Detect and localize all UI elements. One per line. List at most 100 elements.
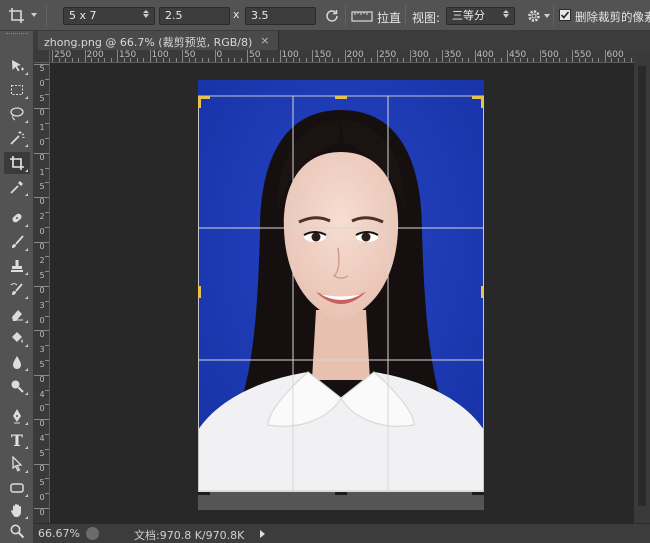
eraser-tool-icon[interactable]: [4, 303, 30, 325]
ruler-tick: [34, 374, 49, 376]
ruler-minor-tick: [546, 58, 547, 62]
overlay-view-value: 三等分: [452, 9, 485, 22]
ruler-tick: [45, 167, 49, 169]
ruler-minor-tick: [598, 58, 599, 62]
close-icon[interactable]: ×: [260, 34, 269, 50]
ruler-major-tick: [474, 50, 476, 62]
brush-tool-icon[interactable]: [4, 231, 30, 253]
hand-tool-icon[interactable]: [4, 499, 30, 521]
ruler-label: 0: [39, 78, 45, 88]
pen-tool-icon[interactable]: [4, 405, 30, 427]
paint-bucket-tool-icon[interactable]: [4, 327, 30, 349]
status-bar: 66.67% 文档:970.8 K/970.8K: [34, 523, 650, 543]
ruler-minor-tick: [416, 58, 417, 62]
crop-handle-top-right-v[interactable]: [481, 96, 484, 108]
ruler-tick: [34, 286, 49, 287]
ruler-minor-tick: [318, 58, 320, 62]
document-size-info: 文档:970.8 K/970.8K: [134, 529, 245, 542]
ruler-minor-tick: [552, 58, 554, 62]
ruler-label: 0: [39, 463, 45, 473]
ruler-label: 0: [39, 330, 45, 340]
ruler-label: 5: [39, 64, 45, 73]
scrollbar-thumb[interactable]: [638, 66, 646, 506]
ruler-label: 5: [39, 93, 45, 103]
ruler-origin[interactable]: [34, 50, 50, 63]
crop-width-input[interactable]: 2.5: [159, 7, 230, 25]
ruler-minor-tick: [611, 58, 612, 62]
crop-handle-left[interactable]: [198, 286, 201, 298]
ruler-label: 500: [541, 50, 559, 60]
ruler-tick: [34, 64, 49, 65]
magic-wand-tool-icon[interactable]: [4, 127, 30, 149]
crop-handle-right[interactable]: [481, 286, 484, 298]
document-image[interactable]: [198, 80, 484, 492]
ruler-minor-tick: [175, 58, 177, 62]
ratio-preset-select[interactable]: 5 x 7: [63, 7, 155, 25]
ruler-minor-tick: [559, 58, 560, 62]
straighten-icon[interactable]: [351, 8, 373, 24]
clone-stamp-tool-icon[interactable]: [4, 255, 30, 277]
crop-handle-bottom-right[interactable]: [472, 492, 484, 495]
zoom-level[interactable]: 66.67%: [38, 527, 80, 540]
dodge-tool-icon[interactable]: [4, 375, 30, 397]
ruler-minor-tick: [520, 58, 521, 62]
zoom-tool-icon[interactable]: [4, 520, 30, 542]
vertical-ruler[interactable]: 5 0 5 0 1 0 0 1 5 0 2 0 0 2 5 0 3 0 0 3 5 0 4 0 0 4 5 0 5 0 0: [34, 63, 50, 523]
ruler-minor-tick: [266, 58, 268, 62]
ruler-major-tick: [377, 50, 378, 62]
ruler-minor-tick: [97, 58, 99, 62]
crop-tool-preset-icon[interactable]: [8, 6, 37, 26]
crop-handle-top[interactable]: [335, 96, 347, 99]
ruler-minor-tick: [494, 58, 495, 62]
lasso-tool-icon[interactable]: [4, 103, 30, 125]
ruler-minor-tick: [110, 58, 112, 62]
delete-pixels-label[interactable]: 删除裁剪的像素: [575, 9, 650, 25]
blur-tool-icon[interactable]: [4, 351, 30, 373]
delete-pixels-checkbox[interactable]: [559, 9, 571, 21]
path-selection-tool-icon[interactable]: [4, 453, 30, 475]
ruler-major-tick: [52, 50, 53, 62]
swap-dimensions-label[interactable]: x: [233, 8, 240, 21]
ruler-label: 3: [39, 345, 45, 355]
ruler-label: 0: [39, 404, 45, 414]
status-menu-arrow-icon[interactable]: [260, 530, 265, 538]
clear-icon[interactable]: [323, 7, 341, 25]
type-tool-icon[interactable]: T: [4, 429, 30, 451]
crop-tool-icon[interactable]: [4, 152, 30, 174]
ruler-tick: [45, 256, 49, 258]
rectangle-tool-icon[interactable]: [4, 477, 30, 499]
ruler-minor-tick: [208, 58, 209, 62]
ruler-minor-tick: [585, 58, 586, 62]
marquee-tool-icon[interactable]: [4, 79, 30, 101]
ruler-major-tick: [117, 50, 118, 62]
move-tool-icon[interactable]: [4, 55, 30, 77]
ruler-label: 0: [39, 493, 45, 503]
document-title: zhong.png @ 66.7% (裁剪预览, RGB/8): [44, 36, 253, 49]
crop-overlay-grid[interactable]: [198, 80, 484, 492]
vertical-scrollbar[interactable]: [634, 50, 650, 523]
horizontal-ruler[interactable]: 250 200 150 100 50 0 50 100 150 200 250 300 350 400 45…: [50, 50, 634, 63]
ruler-minor-tick: [383, 58, 385, 62]
ruler-label: 0: [39, 241, 45, 251]
gear-icon[interactable]: [526, 8, 550, 24]
crop-handle-bottom-left[interactable]: [198, 492, 210, 495]
eyedropper-tool-icon[interactable]: [4, 176, 30, 198]
ruler-label: 0: [39, 138, 45, 147]
ruler-minor-tick: [364, 58, 365, 62]
ruler-major-tick: [344, 50, 346, 62]
ruler-major-tick: [279, 50, 281, 62]
info-icon[interactable]: [86, 527, 99, 540]
crop-handle-bottom[interactable]: [335, 492, 347, 495]
straighten-label[interactable]: 拉直: [377, 9, 401, 26]
history-brush-tool-icon[interactable]: [4, 279, 30, 301]
ruler-label: 5: [39, 271, 45, 281]
crop-height-input[interactable]: 3.5: [245, 7, 316, 25]
ruler-minor-tick: [162, 58, 164, 62]
crop-handle-top-left-v[interactable]: [198, 96, 201, 108]
overlay-view-select[interactable]: 三等分: [446, 7, 515, 25]
document-tab[interactable]: zhong.png @ 66.7% (裁剪预览, RGB/8) ×: [38, 31, 279, 50]
ruler-tick: [45, 389, 49, 391]
ruler-label: 0: [39, 152, 45, 162]
ruler-major-tick: [214, 50, 216, 62]
spot-healing-tool-icon[interactable]: [4, 207, 30, 229]
